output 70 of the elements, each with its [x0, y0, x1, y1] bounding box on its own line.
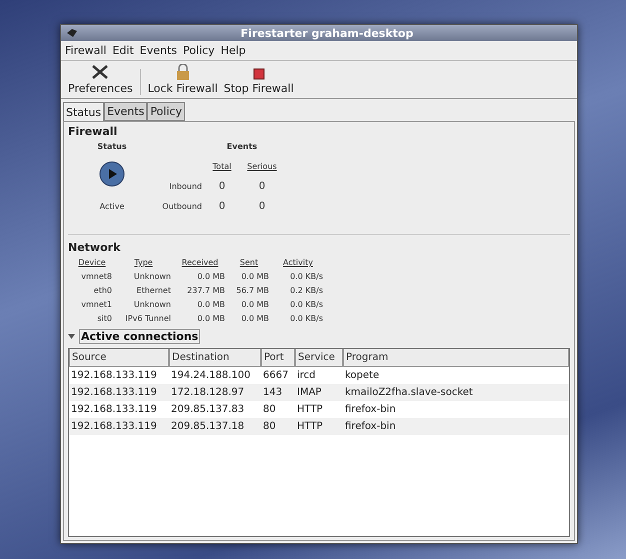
- column-header: Type: [133, 258, 154, 267]
- table-cell-text: 0.0 KB/s: [289, 300, 323, 309]
- table-cell-text: eth0: [92, 286, 112, 295]
- table-cell: 172.18.128.97: [169, 384, 261, 401]
- count-value: 0: [218, 200, 226, 212]
- column-header[interactable]: Source: [69, 349, 169, 367]
- table-cell: 80: [261, 418, 295, 435]
- table-cell: 209.85.137.18: [169, 418, 261, 435]
- table-cell: IMAP: [295, 384, 343, 401]
- menu-item[interactable]: Firewall: [65, 44, 106, 57]
- count-value: 0: [258, 180, 266, 192]
- status-text: Active: [98, 202, 126, 210]
- toolbar-button[interactable]: Lock Firewall: [144, 64, 221, 95]
- menu-item[interactable]: Policy: [183, 44, 215, 57]
- count-value: 0: [258, 200, 266, 212]
- column-header: Sent: [238, 258, 260, 267]
- menu-item[interactable]: Help: [220, 44, 246, 57]
- column-header: Total: [212, 162, 232, 170]
- table-cell-text: 56.7 MB: [235, 286, 269, 295]
- table-cell-text: 237.7 MB: [186, 286, 225, 295]
- row-label: Inbound: [168, 182, 202, 190]
- tab[interactable]: Events: [104, 102, 148, 121]
- padlock-icon: [176, 64, 190, 80]
- table-cell: 192.168.133.119: [69, 418, 169, 435]
- column-header: Received: [180, 258, 220, 267]
- column-header: Activity: [282, 258, 314, 267]
- table-cell-text: 0.0 MB: [196, 272, 225, 281]
- table-cell-text: vmnet1: [80, 300, 112, 309]
- column-header: Device: [77, 258, 107, 267]
- table-cell-text: 0.0 MB: [240, 300, 269, 309]
- column-label: Events: [226, 142, 258, 150]
- window-title: Firestarter graham-desktop: [240, 26, 414, 40]
- section-heading: Firewall: [68, 125, 118, 138]
- stop-icon: [252, 68, 265, 80]
- column-header[interactable]: Program: [343, 349, 569, 367]
- tab[interactable]: Policy: [147, 102, 185, 121]
- section-heading: Network: [68, 241, 122, 254]
- toolbar-button[interactable]: Stop Firewall: [220, 68, 297, 95]
- table-cell-text: 0.0 MB: [196, 300, 225, 309]
- expander[interactable]: Active connections: [68, 329, 570, 344]
- toolbar-button[interactable]: Preferences: [65, 64, 136, 95]
- table-cell-text: Unknown: [132, 300, 171, 309]
- table-cell: 192.168.133.119: [69, 384, 169, 401]
- table-cell-text: IPv6 Tunnel: [124, 314, 171, 323]
- expander-arrow-icon: [68, 333, 75, 340]
- row-label: Outbound: [161, 202, 202, 210]
- play-icon: [99, 161, 125, 187]
- column-header[interactable]: Service: [295, 349, 343, 367]
- menu-item[interactable]: Events: [140, 44, 178, 57]
- menu-item[interactable]: Edit: [112, 44, 134, 57]
- count-value: 0: [218, 180, 226, 192]
- table-cell-text: sit0: [96, 314, 112, 323]
- table-cell-text: 0.0 KB/s: [289, 272, 323, 281]
- table-cell: HTTP: [295, 418, 343, 435]
- table-cell: firefox-bin: [343, 418, 569, 435]
- table-cell-text: 0.0 MB: [240, 314, 269, 323]
- column-header: Serious: [246, 162, 278, 170]
- table-cell-text: Unknown: [132, 272, 171, 281]
- table-cell-text: 0.2 KB/s: [289, 286, 323, 295]
- table-cell-text: 0.0 MB: [196, 314, 225, 323]
- table-cell: 143: [261, 384, 295, 401]
- table-cell-text: vmnet8: [80, 272, 112, 281]
- tab[interactable]: Status: [63, 102, 104, 121]
- table-cell-text: Ethernet: [136, 286, 171, 295]
- table-cell-text: 0.0 KB/s: [289, 314, 323, 323]
- column-label: Status: [96, 142, 128, 150]
- table-cell-text: 0.0 MB: [240, 272, 269, 281]
- column-header[interactable]: Port: [261, 349, 295, 367]
- table-cell: kmailoZ2fha.slave-socket: [343, 384, 569, 401]
- column-header[interactable]: Destination: [169, 349, 261, 367]
